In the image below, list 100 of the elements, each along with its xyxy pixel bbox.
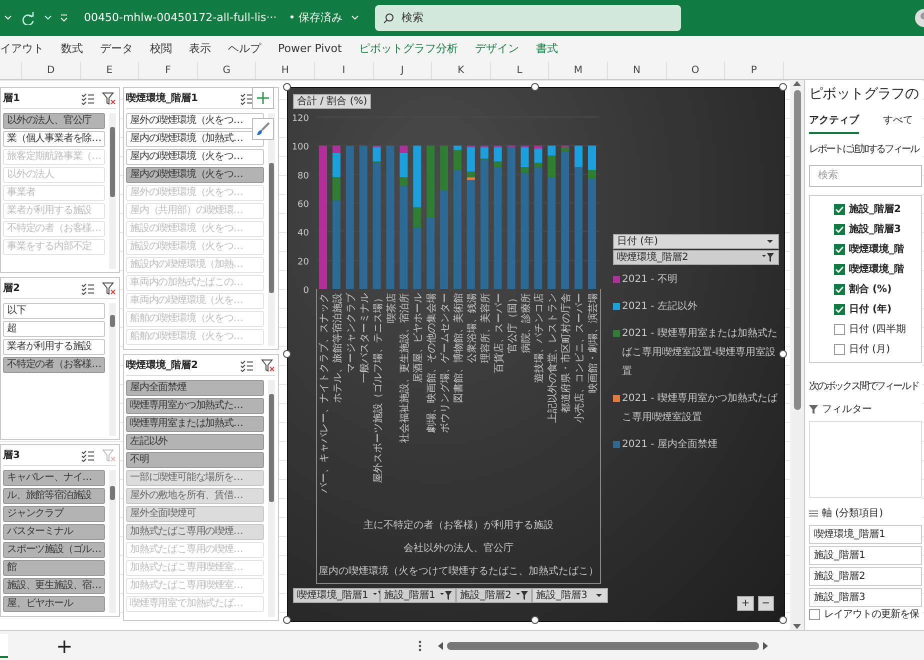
field-name[interactable]: 喫煙環境_階 bbox=[849, 262, 904, 278]
clear-filter-icon[interactable] bbox=[261, 359, 275, 372]
slicer-item[interactable]: 喫煙専用室または加熱式… bbox=[126, 416, 264, 432]
multi-select-icon[interactable] bbox=[240, 92, 253, 104]
ribbon-tab[interactable]: 表示 bbox=[189, 40, 211, 58]
checkbox[interactable] bbox=[834, 204, 845, 216]
multi-select-icon[interactable] bbox=[81, 450, 94, 462]
axis-field-item[interactable]: 施設_階層3 bbox=[809, 588, 922, 607]
resize-handle[interactable] bbox=[779, 83, 787, 91]
scroll-left-icon[interactable] bbox=[438, 642, 443, 650]
slicer-item[interactable]: 施設、更生施設、宿… bbox=[3, 578, 106, 594]
ribbon-tab[interactable]: 数式 bbox=[61, 40, 83, 58]
customize-icon[interactable] bbox=[60, 13, 68, 23]
legend-field-button[interactable]: 喫煙環境_階層2 bbox=[613, 250, 779, 265]
scroll-right-icon[interactable] bbox=[762, 642, 768, 650]
axis-field-button[interactable]: 施設_階層2 bbox=[456, 588, 532, 603]
field-name[interactable]: 日付 (月) bbox=[849, 342, 890, 358]
column-header[interactable]: F bbox=[139, 62, 198, 79]
clear-filter-icon[interactable] bbox=[102, 92, 116, 105]
resize-handle[interactable] bbox=[531, 616, 539, 624]
resize-handle[interactable] bbox=[779, 616, 787, 624]
zoom-button[interactable]: − bbox=[758, 596, 774, 611]
slicer-item[interactable]: 屋外全面喫煙可 bbox=[126, 506, 264, 522]
ribbon-tab[interactable]: データ bbox=[100, 40, 133, 58]
slicer-item[interactable]: 加熱式たばこ専用の喫煙… bbox=[126, 524, 264, 540]
checkbox[interactable] bbox=[834, 284, 845, 296]
checkbox[interactable] bbox=[834, 264, 845, 276]
ribbon-tab[interactable]: 校閲 bbox=[150, 40, 172, 58]
axis-field-item[interactable]: 施設_階層1 bbox=[809, 546, 922, 565]
scrollbar-thumb[interactable] bbox=[110, 486, 115, 500]
slicer-item[interactable]: 左記以外 bbox=[126, 434, 264, 450]
checkbox[interactable] bbox=[834, 224, 845, 236]
slicer-item[interactable]: 以下 bbox=[3, 303, 106, 319]
save-status[interactable]: • 保存済み bbox=[288, 10, 343, 26]
column-header[interactable]: J bbox=[374, 62, 432, 79]
pane-tab[interactable]: アクティブ bbox=[809, 113, 859, 134]
more-options-icon[interactable] bbox=[418, 640, 422, 652]
caret-icon[interactable] bbox=[44, 15, 52, 21]
slicer-item[interactable]: 屋内の喫煙環境（加熱式… bbox=[126, 131, 264, 147]
scrollbar-thumb[interactable] bbox=[446, 642, 759, 650]
add-sheet-button[interactable]: + bbox=[56, 636, 73, 656]
scrollbar-thumb[interactable] bbox=[269, 163, 274, 293]
field-name[interactable]: 施設_階層3 bbox=[849, 222, 901, 238]
column-header[interactable]: K bbox=[432, 62, 491, 79]
zoom-button[interactable]: + bbox=[737, 596, 754, 611]
column-header[interactable]: N bbox=[608, 62, 667, 79]
legend-field-button[interactable]: 日付 (年) bbox=[613, 234, 779, 249]
column-header[interactable]: H bbox=[256, 62, 315, 79]
scrollbar-thumb[interactable] bbox=[794, 90, 800, 410]
resize-handle[interactable] bbox=[779, 350, 787, 358]
field-name[interactable]: 喫煙環境_階 bbox=[849, 242, 904, 258]
checkbox[interactable] bbox=[834, 304, 845, 316]
scrollbar-thumb[interactable] bbox=[110, 127, 115, 197]
pane-tab[interactable]: すべて bbox=[883, 113, 913, 134]
slicer-item[interactable]: 屋内の喫煙環境（火をつ… bbox=[126, 167, 264, 183]
slicer-item[interactable]: 屋内全面禁煙 bbox=[126, 380, 264, 396]
checkbox[interactable] bbox=[834, 344, 845, 356]
field-name[interactable]: 施設_階層2 bbox=[849, 202, 901, 218]
field-name[interactable]: 日付 (年) bbox=[849, 302, 892, 318]
column-header[interactable]: L bbox=[490, 62, 550, 79]
ribbon-tab[interactable]: ヘルプ bbox=[228, 40, 261, 58]
resize-handle[interactable] bbox=[283, 83, 291, 91]
axis-field-button[interactable]: 施設_階層3 bbox=[532, 588, 608, 603]
slicer-item[interactable]: 以外の法人、官公庁 bbox=[3, 113, 106, 129]
column-header[interactable]: O bbox=[666, 62, 726, 79]
checkbox-label[interactable]: レイアウトの更新を保 bbox=[824, 607, 919, 622]
slicer-item[interactable]: バスターミナル bbox=[3, 524, 106, 540]
checkbox[interactable] bbox=[834, 324, 845, 336]
slicer-item[interactable]: 喫煙専用室かつ加熱式た… bbox=[126, 398, 264, 414]
search-field[interactable]: 検索 bbox=[374, 5, 681, 31]
slicer-item[interactable]: 業（個人事業者を除… bbox=[3, 131, 106, 147]
column-header[interactable]: P bbox=[725, 62, 784, 79]
ribbon-tab[interactable]: デザイン bbox=[474, 40, 519, 58]
ribbon-tab[interactable]: Power Pivot bbox=[278, 40, 342, 58]
ribbon-tab[interactable]: イアウト bbox=[0, 40, 44, 58]
multi-select-icon[interactable] bbox=[81, 92, 94, 104]
clear-filter-icon[interactable] bbox=[102, 282, 116, 295]
slicer-item[interactable]: 屋外の喫煙環境（火をつ… bbox=[126, 113, 264, 129]
axis-field-item[interactable]: 喫煙環境_階層1 bbox=[809, 525, 922, 544]
axis-field-item[interactable]: 施設_階層2 bbox=[809, 567, 922, 586]
multi-select-icon[interactable] bbox=[81, 282, 94, 294]
slicer-item[interactable]: ル、旅館等宿泊施設 bbox=[3, 488, 106, 504]
slicer-item[interactable]: ジャンクラブ bbox=[3, 506, 106, 522]
slicer-item[interactable]: 館 bbox=[3, 560, 106, 576]
checkbox[interactable] bbox=[809, 609, 820, 620]
slicer-item[interactable]: 不特定の者（お客様… bbox=[3, 357, 106, 373]
scrollbar-thumb[interactable] bbox=[110, 315, 115, 327]
ribbon-tab[interactable]: 書式 bbox=[536, 40, 558, 58]
slicer-item[interactable]: スポーツ施設（ゴル… bbox=[3, 542, 106, 558]
multi-select-icon[interactable] bbox=[240, 360, 253, 372]
sheet-tab[interactable] bbox=[0, 634, 8, 658]
slicer-item[interactable]: 超 bbox=[3, 321, 106, 337]
resize-handle[interactable] bbox=[531, 83, 539, 91]
slicer-item[interactable]: 屋外の敷地を所有、賃借… bbox=[126, 488, 264, 504]
ribbon-tab[interactable]: ピボットグラフ分析 bbox=[358, 40, 458, 58]
slicer-item[interactable]: 屋内の喫煙環境（火をつ… bbox=[126, 149, 264, 165]
field-name[interactable]: 日付 (四半期 bbox=[849, 322, 906, 338]
axis-field-button[interactable]: 喫煙環境_階層1 bbox=[293, 588, 380, 603]
axis-field-button[interactable]: 施設_階層1 bbox=[380, 588, 456, 603]
resize-handle[interactable] bbox=[283, 350, 291, 358]
